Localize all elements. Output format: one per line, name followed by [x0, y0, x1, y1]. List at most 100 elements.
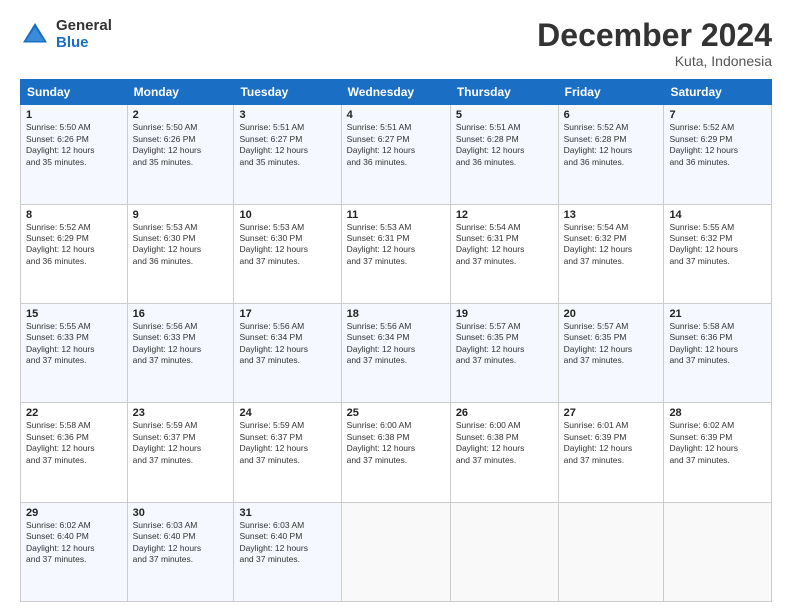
day-number: 26	[456, 407, 553, 419]
calendar-cell: 5Sunrise: 5:51 AMSunset: 6:28 PMDaylight…	[450, 105, 558, 204]
month-title: December 2024	[537, 18, 772, 53]
day-info: Sunrise: 5:50 AMSunset: 6:26 PMDaylight:…	[133, 122, 229, 168]
day-number: 11	[347, 209, 445, 221]
calendar-cell: 28Sunrise: 6:02 AMSunset: 6:39 PMDayligh…	[664, 403, 772, 502]
day-info: Sunrise: 5:57 AMSunset: 6:35 PMDaylight:…	[564, 321, 659, 367]
calendar-cell: 4Sunrise: 5:51 AMSunset: 6:27 PMDaylight…	[341, 105, 450, 204]
calendar-cell: 29Sunrise: 6:02 AMSunset: 6:40 PMDayligh…	[21, 502, 128, 601]
page: General Blue December 2024 Kuta, Indones…	[0, 0, 792, 612]
logo-icon	[20, 20, 50, 50]
calendar-week-5: 29Sunrise: 6:02 AMSunset: 6:40 PMDayligh…	[21, 502, 772, 601]
day-info: Sunrise: 5:51 AMSunset: 6:27 PMDaylight:…	[239, 122, 335, 168]
calendar-week-4: 22Sunrise: 5:58 AMSunset: 6:36 PMDayligh…	[21, 403, 772, 502]
day-number: 21	[669, 308, 766, 320]
day-info: Sunrise: 5:55 AMSunset: 6:32 PMDaylight:…	[669, 222, 766, 268]
day-info: Sunrise: 6:02 AMSunset: 6:39 PMDaylight:…	[669, 420, 766, 466]
day-number: 31	[239, 507, 335, 519]
calendar-cell: 21Sunrise: 5:58 AMSunset: 6:36 PMDayligh…	[664, 303, 772, 402]
day-info: Sunrise: 5:51 AMSunset: 6:27 PMDaylight:…	[347, 122, 445, 168]
day-number: 19	[456, 308, 553, 320]
day-number: 2	[133, 109, 229, 121]
day-number: 28	[669, 407, 766, 419]
day-number: 7	[669, 109, 766, 121]
col-sunday: Sunday	[21, 80, 128, 105]
day-info: Sunrise: 6:00 AMSunset: 6:38 PMDaylight:…	[456, 420, 553, 466]
calendar-cell: 11Sunrise: 5:53 AMSunset: 6:31 PMDayligh…	[341, 204, 450, 303]
col-friday: Friday	[558, 80, 664, 105]
calendar-week-3: 15Sunrise: 5:55 AMSunset: 6:33 PMDayligh…	[21, 303, 772, 402]
day-number: 27	[564, 407, 659, 419]
day-info: Sunrise: 6:03 AMSunset: 6:40 PMDaylight:…	[239, 520, 335, 566]
calendar-cell: 12Sunrise: 5:54 AMSunset: 6:31 PMDayligh…	[450, 204, 558, 303]
day-info: Sunrise: 5:53 AMSunset: 6:30 PMDaylight:…	[133, 222, 229, 268]
calendar-cell: 20Sunrise: 5:57 AMSunset: 6:35 PMDayligh…	[558, 303, 664, 402]
day-number: 12	[456, 209, 553, 221]
day-number: 20	[564, 308, 659, 320]
col-tuesday: Tuesday	[234, 80, 341, 105]
day-info: Sunrise: 5:52 AMSunset: 6:29 PMDaylight:…	[26, 222, 122, 268]
day-info: Sunrise: 5:55 AMSunset: 6:33 PMDaylight:…	[26, 321, 122, 367]
day-number: 10	[239, 209, 335, 221]
calendar-cell: 30Sunrise: 6:03 AMSunset: 6:40 PMDayligh…	[127, 502, 234, 601]
logo: General Blue	[20, 18, 112, 51]
day-info: Sunrise: 5:56 AMSunset: 6:34 PMDaylight:…	[347, 321, 445, 367]
day-number: 24	[239, 407, 335, 419]
day-info: Sunrise: 5:51 AMSunset: 6:28 PMDaylight:…	[456, 122, 553, 168]
day-info: Sunrise: 5:54 AMSunset: 6:32 PMDaylight:…	[564, 222, 659, 268]
day-info: Sunrise: 6:03 AMSunset: 6:40 PMDaylight:…	[133, 520, 229, 566]
col-monday: Monday	[127, 80, 234, 105]
calendar-cell: 17Sunrise: 5:56 AMSunset: 6:34 PMDayligh…	[234, 303, 341, 402]
calendar-cell: 19Sunrise: 5:57 AMSunset: 6:35 PMDayligh…	[450, 303, 558, 402]
calendar-cell	[450, 502, 558, 601]
day-number: 6	[564, 109, 659, 121]
calendar-cell: 25Sunrise: 6:00 AMSunset: 6:38 PMDayligh…	[341, 403, 450, 502]
day-number: 8	[26, 209, 122, 221]
day-info: Sunrise: 5:59 AMSunset: 6:37 PMDaylight:…	[133, 420, 229, 466]
day-number: 22	[26, 407, 122, 419]
calendar-cell: 24Sunrise: 5:59 AMSunset: 6:37 PMDayligh…	[234, 403, 341, 502]
day-info: Sunrise: 5:59 AMSunset: 6:37 PMDaylight:…	[239, 420, 335, 466]
day-number: 30	[133, 507, 229, 519]
day-info: Sunrise: 5:53 AMSunset: 6:30 PMDaylight:…	[239, 222, 335, 268]
calendar-cell: 31Sunrise: 6:03 AMSunset: 6:40 PMDayligh…	[234, 502, 341, 601]
day-info: Sunrise: 5:52 AMSunset: 6:29 PMDaylight:…	[669, 122, 766, 168]
day-number: 4	[347, 109, 445, 121]
day-info: Sunrise: 5:57 AMSunset: 6:35 PMDaylight:…	[456, 321, 553, 367]
calendar-cell: 14Sunrise: 5:55 AMSunset: 6:32 PMDayligh…	[664, 204, 772, 303]
calendar-cell: 27Sunrise: 6:01 AMSunset: 6:39 PMDayligh…	[558, 403, 664, 502]
day-number: 17	[239, 308, 335, 320]
calendar-cell: 15Sunrise: 5:55 AMSunset: 6:33 PMDayligh…	[21, 303, 128, 402]
day-info: Sunrise: 5:54 AMSunset: 6:31 PMDaylight:…	[456, 222, 553, 268]
day-number: 23	[133, 407, 229, 419]
calendar-week-1: 1Sunrise: 5:50 AMSunset: 6:26 PMDaylight…	[21, 105, 772, 204]
calendar-cell: 6Sunrise: 5:52 AMSunset: 6:28 PMDaylight…	[558, 105, 664, 204]
header: General Blue December 2024 Kuta, Indones…	[20, 18, 772, 69]
calendar-body: 1Sunrise: 5:50 AMSunset: 6:26 PMDaylight…	[21, 105, 772, 602]
calendar-cell	[664, 502, 772, 601]
day-info: Sunrise: 5:58 AMSunset: 6:36 PMDaylight:…	[26, 420, 122, 466]
day-number: 13	[564, 209, 659, 221]
calendar-cell: 9Sunrise: 5:53 AMSunset: 6:30 PMDaylight…	[127, 204, 234, 303]
calendar-cell: 3Sunrise: 5:51 AMSunset: 6:27 PMDaylight…	[234, 105, 341, 204]
day-info: Sunrise: 5:50 AMSunset: 6:26 PMDaylight:…	[26, 122, 122, 168]
day-info: Sunrise: 5:56 AMSunset: 6:34 PMDaylight:…	[239, 321, 335, 367]
calendar-cell	[341, 502, 450, 601]
day-info: Sunrise: 6:00 AMSunset: 6:38 PMDaylight:…	[347, 420, 445, 466]
header-row: Sunday Monday Tuesday Wednesday Thursday…	[21, 80, 772, 105]
day-info: Sunrise: 6:01 AMSunset: 6:39 PMDaylight:…	[564, 420, 659, 466]
day-info: Sunrise: 5:53 AMSunset: 6:31 PMDaylight:…	[347, 222, 445, 268]
calendar-cell: 8Sunrise: 5:52 AMSunset: 6:29 PMDaylight…	[21, 204, 128, 303]
calendar-cell: 13Sunrise: 5:54 AMSunset: 6:32 PMDayligh…	[558, 204, 664, 303]
day-number: 18	[347, 308, 445, 320]
calendar-cell: 10Sunrise: 5:53 AMSunset: 6:30 PMDayligh…	[234, 204, 341, 303]
calendar-table: Sunday Monday Tuesday Wednesday Thursday…	[20, 79, 772, 602]
calendar-cell: 16Sunrise: 5:56 AMSunset: 6:33 PMDayligh…	[127, 303, 234, 402]
col-saturday: Saturday	[664, 80, 772, 105]
day-info: Sunrise: 5:56 AMSunset: 6:33 PMDaylight:…	[133, 321, 229, 367]
calendar-cell: 7Sunrise: 5:52 AMSunset: 6:29 PMDaylight…	[664, 105, 772, 204]
calendar-cell: 26Sunrise: 6:00 AMSunset: 6:38 PMDayligh…	[450, 403, 558, 502]
day-number: 9	[133, 209, 229, 221]
calendar-cell: 18Sunrise: 5:56 AMSunset: 6:34 PMDayligh…	[341, 303, 450, 402]
day-number: 3	[239, 109, 335, 121]
day-info: Sunrise: 5:58 AMSunset: 6:36 PMDaylight:…	[669, 321, 766, 367]
